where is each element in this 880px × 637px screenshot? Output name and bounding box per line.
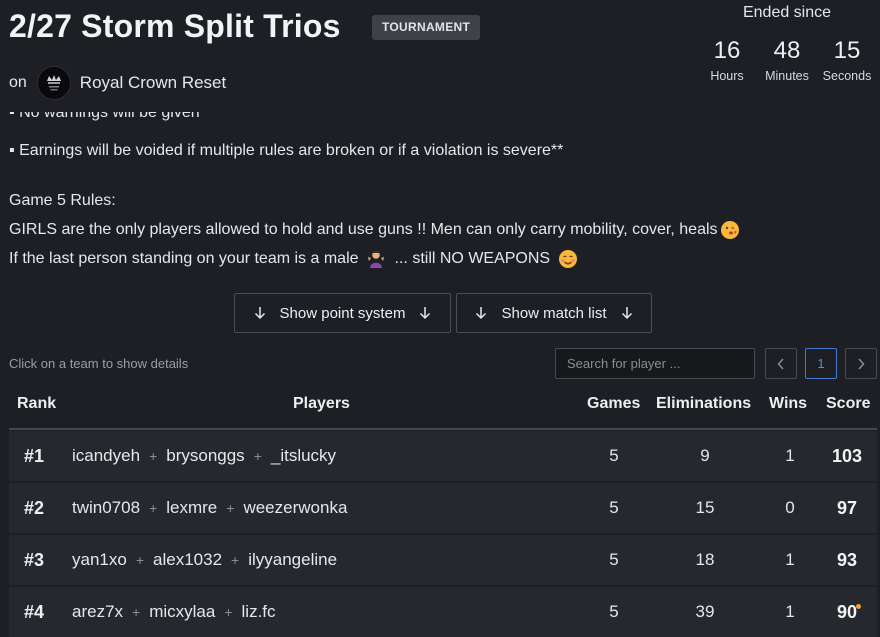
arrow-down-icon: [476, 307, 487, 320]
kiss-emoji-icon: [720, 221, 739, 239]
games-cell: 5: [609, 602, 619, 621]
header-divider: [9, 428, 877, 430]
table-row[interactable]: #4 arez7x + micxylaa + liz.fc 5 39 1 90: [9, 587, 877, 637]
previous-page-button[interactable]: [765, 348, 797, 379]
eliminations-cell: 18: [695, 550, 715, 569]
players-cell: arez7x + micxylaa + liz.fc: [72, 587, 276, 637]
next-page-button[interactable]: [845, 348, 877, 379]
page-title: 2/27 Storm Split Trios: [9, 8, 341, 44]
arrow-down-icon: [420, 307, 431, 320]
description-line-text: GIRLS are the only players allowed to ho…: [9, 221, 718, 238]
seconds-label: Seconds: [822, 69, 872, 83]
description-line-text: If the last person standing on your team…: [9, 250, 359, 267]
score-cell: 90: [836, 602, 858, 622]
plus-icon: +: [224, 604, 233, 620]
description-line-text: ... still NO WEAPONS: [394, 250, 551, 267]
eliminations-cell: 39: [695, 602, 715, 621]
player-name[interactable]: brysonggs: [166, 431, 244, 481]
page-1-button[interactable]: 1: [805, 348, 837, 379]
player-name[interactable]: yan1xo: [72, 535, 127, 585]
tournament-badge: TOURNAMENT: [372, 15, 481, 40]
organizer-row: on Royal Crown Reset: [9, 66, 226, 100]
column-header-wins[interactable]: Wins: [769, 395, 807, 413]
player-name[interactable]: twin0708: [72, 483, 140, 533]
player-name[interactable]: liz.fc: [242, 587, 276, 637]
show-point-system-label: Show point system: [279, 304, 406, 322]
chevron-left-icon: [777, 358, 784, 369]
plus-icon: +: [149, 500, 158, 516]
plus-icon: +: [149, 448, 158, 464]
games-cell: 5: [609, 498, 619, 517]
column-header-rank: Rank: [17, 395, 57, 412]
on-label: on: [9, 74, 27, 91]
seconds-value: 15: [833, 37, 861, 64]
show-point-system-button[interactable]: Show point system: [234, 293, 451, 333]
player-name[interactable]: micxylaa: [149, 587, 215, 637]
minutes-label: Minutes: [765, 69, 809, 83]
eliminations-cell: 9: [700, 446, 710, 465]
rank-cell: #4: [24, 602, 45, 622]
minutes-value: 48: [773, 37, 801, 64]
organizer-avatar[interactable]: [36, 66, 71, 100]
status-dot-icon: [856, 604, 861, 609]
hours-label: Hours: [710, 69, 744, 83]
wins-cell: 1: [785, 446, 795, 465]
eliminations-cell: 15: [695, 498, 715, 517]
column-header-players: Players: [293, 395, 350, 412]
arrow-down-icon: [621, 307, 632, 320]
rank-cell: #1: [24, 446, 45, 466]
players-cell: icandyeh + brysonggs + _itslucky: [72, 431, 336, 481]
score-cell: 97: [836, 498, 858, 518]
description-cut-line: ▪ No warnings will be given: [9, 112, 200, 121]
countdown-hours: 16 Hours: [697, 37, 757, 84]
players-cell: yan1xo + alex1032 + ilyyangeline: [72, 535, 337, 585]
player-name[interactable]: _itslucky: [271, 431, 336, 481]
column-header-eliminations[interactable]: Eliminations: [656, 395, 751, 413]
games-cell: 5: [609, 446, 619, 465]
wins-cell: 1: [785, 602, 795, 621]
rank-cell: #3: [24, 550, 45, 570]
description-line: ▪ Earnings will be voided if multiple ru…: [9, 142, 564, 159]
plus-icon: +: [135, 552, 145, 568]
blushing-smile-emoji-icon: [559, 250, 578, 268]
countdown-seconds: 15 Seconds: [817, 37, 877, 84]
countdown-minutes: 48 Minutes: [757, 37, 817, 84]
wins-cell: 0: [785, 498, 795, 517]
games-cell: 5: [609, 550, 619, 569]
organizer-name[interactable]: Royal Crown Reset: [80, 73, 226, 93]
crown-logo-icon: [46, 75, 61, 91]
rank-cell: #2: [24, 498, 45, 518]
player-name[interactable]: lexmre: [166, 483, 217, 533]
show-match-list-button[interactable]: Show match list: [456, 293, 652, 333]
column-header-score[interactable]: Score: [826, 395, 870, 413]
plus-icon: +: [132, 604, 141, 620]
description-line: GIRLS are the only players allowed to ho…: [9, 220, 740, 240]
player-name[interactable]: alex1032: [153, 535, 222, 585]
wins-cell: 1: [785, 550, 795, 569]
player-name[interactable]: weezerwonka: [243, 483, 347, 533]
arrow-down-icon: [254, 307, 265, 320]
table-row[interactable]: #1 icandyeh + brysonggs + _itslucky 5 9 …: [9, 431, 877, 481]
column-header-games[interactable]: Games: [587, 395, 640, 413]
player-search-input[interactable]: [555, 348, 755, 379]
score-cell: 93: [836, 550, 858, 570]
player-name[interactable]: icandyeh: [72, 431, 140, 481]
ended-since-label: Ended since: [742, 4, 832, 21]
hours-value: 16: [713, 37, 741, 64]
description-line: If the last person standing on your team…: [9, 249, 578, 269]
table-row[interactable]: #2 twin0708 + lexmre + weezerwonka 5 15 …: [9, 483, 877, 533]
team-details-hint: Click on a team to show details: [9, 356, 189, 371]
plus-icon: +: [226, 500, 235, 516]
description-line: Game 5 Rules:: [9, 192, 116, 209]
players-cell: twin0708 + lexmre + weezerwonka: [72, 483, 347, 533]
person-shrugging-icon: [367, 250, 384, 268]
chevron-right-icon: [858, 358, 865, 369]
plus-icon: +: [231, 552, 240, 568]
player-name[interactable]: ilyyangeline: [248, 535, 337, 585]
show-match-list-label: Show match list: [501, 304, 607, 322]
score-cell: 103: [831, 446, 863, 466]
player-name[interactable]: arez7x: [72, 587, 123, 637]
table-row[interactable]: #3 yan1xo + alex1032 + ilyyangeline 5 18…: [9, 535, 877, 585]
plus-icon: +: [253, 448, 262, 464]
